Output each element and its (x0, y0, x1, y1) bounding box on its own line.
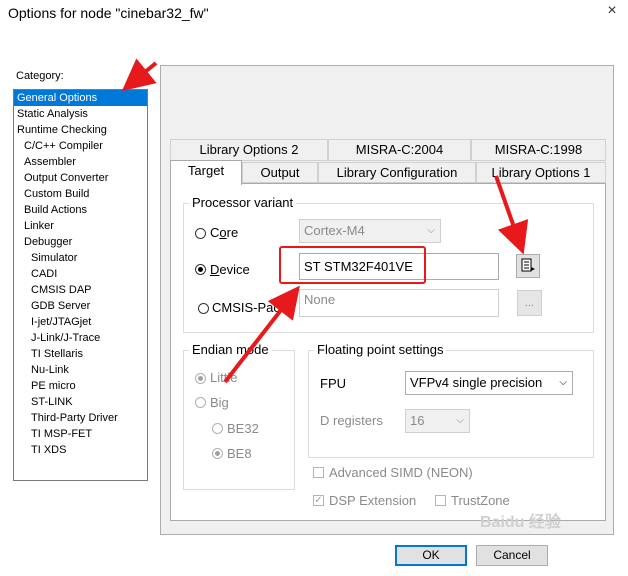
category-list[interactable]: General Options Static Analysis Runtime Ch… (13, 89, 148, 481)
tab-label: Library Configuration (336, 165, 458, 180)
device-label: Device (210, 262, 250, 277)
category-label: Category: (16, 70, 64, 82)
category-item[interactable]: Build Actions (14, 202, 147, 218)
cancel-button[interactable]: Cancel (476, 545, 548, 566)
tab-label: MISRA-C:1998 (494, 142, 583, 157)
little-radio[interactable] (195, 373, 206, 384)
category-item[interactable]: Assembler (14, 154, 147, 170)
processor-variant-legend: Processor variant (189, 195, 297, 210)
select-device-button[interactable] (516, 254, 540, 278)
device-highlight-box (279, 246, 426, 284)
category-item[interactable]: TI Stellaris (14, 346, 147, 362)
tab-misra-c-2004[interactable]: MISRA-C:2004 (328, 139, 471, 161)
category-item[interactable]: C/C++ Compiler (14, 138, 147, 154)
fpu-label: FPU (320, 376, 346, 391)
category-item[interactable]: Debugger (14, 234, 147, 250)
cmsis-pack-field[interactable]: None (299, 289, 499, 317)
category-item[interactable]: CADI (14, 266, 147, 282)
d-registers-value: 16 (410, 413, 425, 428)
category-item[interactable]: ST-LINK (14, 394, 147, 410)
big-radio[interactable] (195, 397, 206, 408)
core-label: Core (210, 225, 239, 240)
category-item[interactable]: TI MSP-FET (14, 426, 147, 442)
category-item[interactable]: I-jet/JTAGjet (14, 314, 147, 330)
tab-library-configuration[interactable]: Library Configuration (318, 162, 476, 183)
close-icon[interactable]: × (603, 2, 621, 20)
device-radio[interactable] (195, 264, 206, 275)
category-item[interactable]: GDB Server (14, 298, 147, 314)
category-item[interactable]: Runtime Checking (14, 122, 147, 138)
cmsis-pack-value: None (304, 292, 336, 307)
cmsis-pack-radio[interactable] (198, 303, 209, 314)
trustzone-label: TrustZone (451, 493, 510, 508)
tab-target[interactable]: Target (170, 160, 242, 185)
tab-output[interactable]: Output (242, 162, 318, 183)
tab-library-options-2[interactable]: Library Options 2 (170, 139, 328, 161)
category-item[interactable]: PE micro (14, 378, 147, 394)
arrow-to-general-options (121, 58, 158, 92)
d-registers-select[interactable]: 16 ⌵ (405, 409, 470, 433)
floating-point-legend: Floating point settings (314, 342, 447, 357)
be32-radio[interactable] (212, 423, 223, 434)
little-label: Little (210, 370, 238, 385)
category-item[interactable]: Static Analysis (14, 106, 147, 122)
category-item[interactable]: CMSIS DAP (14, 282, 147, 298)
be32-label: BE32 (227, 421, 259, 436)
floating-point-group (308, 350, 594, 458)
advanced-simd-checkbox[interactable] (313, 467, 324, 478)
device-browse-icon (521, 258, 535, 272)
cmsis-pack-browse-button[interactable]: ... (517, 290, 542, 316)
category-item[interactable]: Third-Party Driver (14, 410, 147, 426)
category-item[interactable]: General Options (14, 90, 147, 106)
tab-misra-c-1998[interactable]: MISRA-C:1998 (471, 139, 606, 161)
tab-label: Output (260, 165, 300, 180)
fpu-select[interactable]: VFPv4 single precision ⌵ (405, 371, 573, 395)
category-item[interactable]: Linker (14, 218, 147, 234)
category-item[interactable]: Simulator (14, 250, 147, 266)
dsp-extension-label: DSP Extension (329, 493, 417, 508)
ok-button[interactable]: OK (395, 545, 467, 566)
d-registers-label: D registers (320, 413, 383, 428)
category-item[interactable]: Nu-Link (14, 362, 147, 378)
tab-label: MISRA-C:2004 (355, 142, 444, 157)
category-item[interactable]: TI XDS (14, 442, 147, 458)
tab-label: Library Options 2 (199, 142, 299, 157)
category-item[interactable]: J-Link/J-Trace (14, 330, 147, 346)
be8-label: BE8 (227, 446, 252, 461)
be8-radio[interactable] (212, 448, 223, 459)
chevron-down-icon: ⌵ (559, 377, 567, 388)
endian-mode-legend: Endian mode (189, 342, 272, 357)
core-select[interactable]: Cortex-M4 ⌵ (299, 219, 441, 243)
core-radio[interactable] (195, 228, 206, 239)
cmsis-pack-label: CMSIS-Pack (212, 300, 287, 315)
category-item[interactable]: Custom Build (14, 186, 147, 202)
big-label: Big (210, 395, 229, 410)
chevron-down-icon: ⌵ (427, 225, 435, 236)
browse-label: ... (524, 297, 535, 309)
dsp-extension-checkbox[interactable]: ✓ (313, 495, 324, 506)
chevron-down-icon: ⌵ (456, 415, 464, 426)
window-title: Options for node "cinebar32_fw" (8, 5, 209, 21)
tab-label: Target (187, 163, 225, 178)
tab-label: Library Options 1 (491, 165, 591, 180)
core-value: Cortex-M4 (304, 223, 365, 238)
trustzone-checkbox[interactable] (435, 495, 446, 506)
category-item[interactable]: Output Converter (14, 170, 147, 186)
tab-library-options-1[interactable]: Library Options 1 (476, 162, 606, 183)
advanced-simd-label: Advanced SIMD (NEON) (329, 465, 473, 480)
watermark: Baidu 经验 (480, 514, 561, 531)
fpu-value: VFPv4 single precision (410, 375, 543, 390)
endian-mode-group (183, 350, 295, 490)
